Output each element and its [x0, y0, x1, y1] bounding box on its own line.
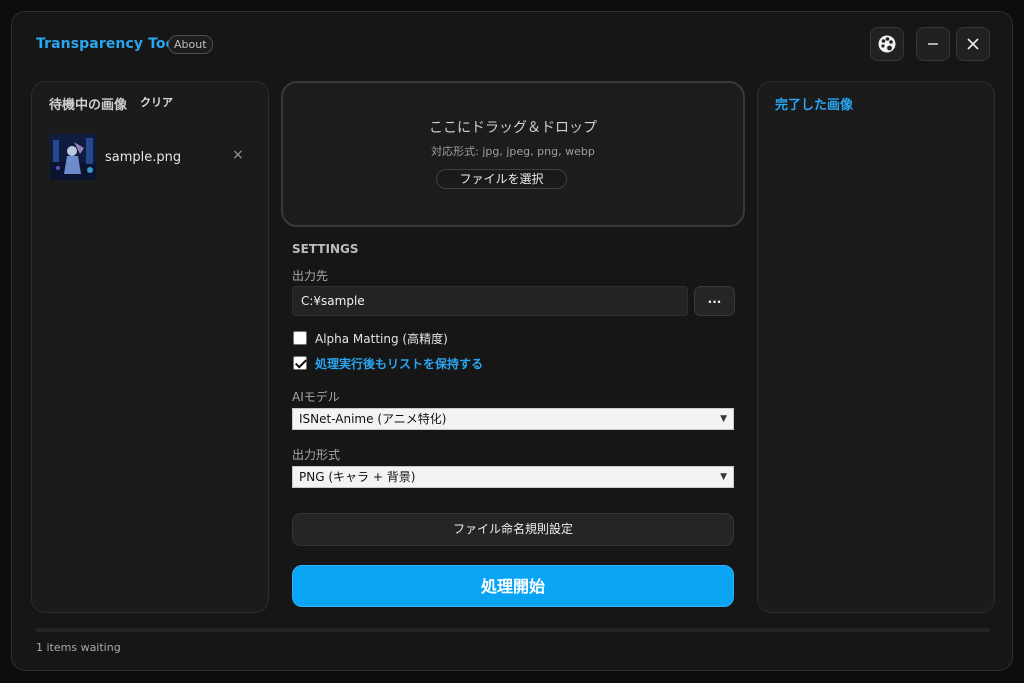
browse-button[interactable]: ...: [694, 286, 735, 316]
progress-bar: [36, 628, 990, 632]
minimize-icon: [928, 43, 938, 45]
keep-list-checkbox[interactable]: [293, 356, 307, 370]
queue-title: 待機中の画像: [49, 98, 128, 113]
format-select[interactable]: PNG (キャラ + 背景) ▼: [292, 466, 734, 488]
chevron-down-icon: ▼: [720, 472, 727, 482]
keep-list-label: 処理実行後もリストを保持する: [315, 356, 484, 371]
chevron-down-icon: ▼: [720, 414, 727, 424]
start-button[interactable]: 処理開始: [292, 565, 734, 607]
completed-panel: 完了した画像: [757, 81, 995, 613]
drop-zone[interactable]: ここにドラッグ＆ドロップ 対応形式: jpg, jpeg, png, webp …: [281, 81, 745, 227]
close-icon: [967, 38, 979, 50]
format-label: 出力形式: [292, 448, 341, 462]
drop-zone-text: ここにドラッグ＆ドロップ: [429, 120, 597, 136]
alpha-matting-label: Alpha Matting (高精度): [315, 331, 448, 346]
queue-panel: 待機中の画像 クリア sample.png ×: [31, 81, 269, 613]
alpha-matting-option[interactable]: Alpha Matting (高精度): [293, 330, 448, 346]
model-select-value: ISNet-Anime (アニメ特化): [299, 412, 447, 426]
status-text: 1 items waiting: [36, 641, 121, 654]
keep-list-option[interactable]: 処理実行後もリストを保持する: [293, 355, 483, 371]
completed-title: 完了した画像: [775, 98, 854, 113]
about-button[interactable]: About: [168, 35, 213, 54]
theme-button[interactable]: [870, 27, 904, 61]
model-select[interactable]: ISNet-Anime (アニメ特化) ▼: [292, 408, 734, 430]
palette-icon: [878, 35, 896, 53]
minimize-button[interactable]: [916, 27, 950, 61]
alpha-matting-checkbox[interactable]: [293, 331, 307, 345]
supported-formats: 対応形式: jpg, jpeg, png, webp: [431, 145, 595, 158]
settings-heading: SETTINGS: [292, 242, 359, 256]
remove-item-button[interactable]: ×: [232, 147, 244, 163]
app-title: Transparency Tool: [36, 36, 181, 52]
output-path-input[interactable]: C:¥sample: [292, 286, 688, 316]
clear-button[interactable]: クリア: [140, 94, 173, 110]
image-thumbnail: [50, 134, 96, 180]
format-select-value: PNG (キャラ + 背景): [299, 470, 416, 484]
naming-rules-button[interactable]: ファイル命名規則設定: [292, 513, 734, 546]
app-window: Transparency Tool About 待機中の画像 クリア sampl…: [11, 11, 1013, 671]
model-label: AIモデル: [292, 390, 340, 404]
output-label: 出力先: [292, 269, 329, 283]
list-item[interactable]: sample.png ×: [50, 134, 250, 180]
select-file-button[interactable]: ファイルを選択: [436, 169, 567, 189]
item-filename: sample.png: [105, 150, 182, 165]
close-button[interactable]: [956, 27, 990, 61]
